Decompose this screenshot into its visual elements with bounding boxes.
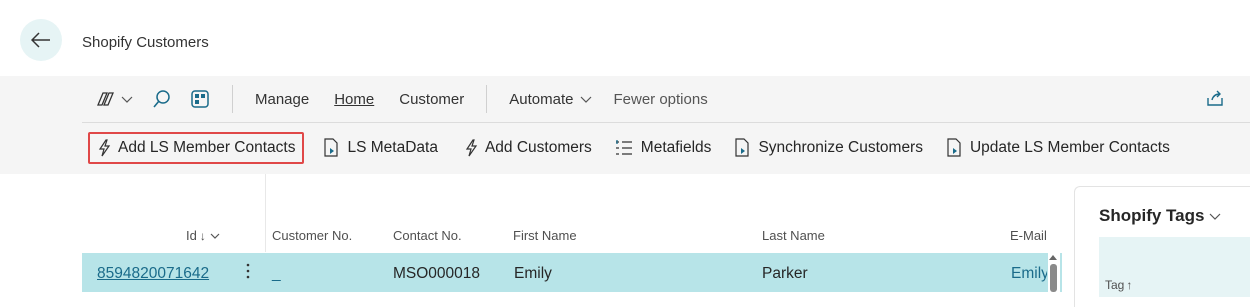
action-bar-actions: Add LS Member Contacts LS MetaData Add C…	[88, 131, 1178, 165]
fewer-options-button[interactable]: Fewer options	[613, 91, 707, 108]
factbox-column-header-tag[interactable]: Tag ↑	[1105, 278, 1132, 292]
column-header-email[interactable]: E-Mail	[1010, 228, 1047, 243]
sort-ascending-icon: ↑	[1126, 278, 1133, 292]
tab-manage[interactable]: Manage	[255, 91, 309, 108]
action-label: Metafields	[640, 139, 712, 156]
scroll-up-icon[interactable]	[1049, 255, 1057, 260]
tab-label: Home	[334, 90, 375, 108]
back-button[interactable]	[20, 19, 62, 61]
copilot-icon	[97, 92, 114, 106]
row-contact-no: MSO000018	[393, 265, 481, 282]
chevron-down-icon	[1210, 213, 1221, 220]
ls-metadata-button[interactable]: LS MetaData	[314, 133, 445, 163]
layout-button[interactable]	[190, 89, 210, 109]
column-header-last-name[interactable]: Last Name	[762, 228, 825, 243]
lightning-icon	[465, 139, 478, 157]
column-header-contact-no[interactable]: Contact No.	[393, 228, 462, 243]
column-divider	[265, 174, 266, 252]
search-icon	[153, 90, 170, 108]
action-bar-top-row: Manage Home Customer Automate Fewer opti…	[94, 84, 708, 114]
chevron-down-icon	[581, 96, 592, 103]
row-first-name: Emily	[514, 265, 552, 282]
more-vertical-icon	[246, 263, 250, 279]
metafields-button[interactable]: Metafields	[606, 133, 720, 163]
share-icon	[1207, 90, 1223, 106]
action-label: Add LS Member Contacts	[118, 139, 296, 156]
chevron-down-icon	[121, 96, 133, 103]
page-title: Shopify Customers	[82, 34, 209, 51]
document-run-icon	[947, 138, 961, 157]
toolbar-separator	[232, 85, 233, 113]
row-customer-no[interactable]: _	[272, 265, 281, 283]
action-bar-divider	[82, 122, 1250, 123]
scrollbar-thumb[interactable]	[1050, 264, 1057, 292]
chevron-down-icon	[210, 233, 220, 239]
add-customers-button[interactable]: Add Customers	[456, 133, 600, 163]
document-run-icon	[324, 138, 339, 157]
column-header-customer-no[interactable]: Customer No.	[272, 228, 352, 243]
update-ls-member-contacts-button[interactable]: Update LS Member Contacts	[937, 133, 1178, 163]
document-run-icon	[735, 138, 750, 157]
add-ls-member-contacts-button[interactable]: Add LS Member Contacts	[88, 132, 305, 164]
column-header-label: Id	[186, 228, 197, 243]
tab-label: Customer	[399, 90, 465, 108]
lightning-icon	[98, 139, 111, 157]
tab-label: Manage	[255, 90, 310, 108]
table-row[interactable]	[82, 253, 1062, 292]
factbox-title[interactable]: Shopify Tags	[1099, 206, 1222, 226]
toolbar-separator	[486, 85, 488, 113]
tab-customer[interactable]: Customer	[399, 91, 464, 108]
column-header-id[interactable]: Id ↓	[186, 228, 221, 243]
copilot-menu[interactable]	[94, 90, 134, 108]
row-last-name: Parker	[762, 265, 808, 282]
layout-icon	[191, 90, 209, 108]
fewer-options-label: Fewer options	[613, 90, 708, 108]
action-label: LS MetaData	[347, 139, 438, 156]
arrow-left-icon	[31, 32, 50, 48]
row-email[interactable]: Emily	[1011, 265, 1047, 283]
action-label: Update LS Member Contacts	[969, 139, 1170, 156]
tab-automate[interactable]: Automate	[509, 91, 593, 108]
column-header-first-name[interactable]: First Name	[513, 228, 577, 243]
search-button[interactable]	[152, 89, 172, 109]
factbox-column-label: Tag	[1105, 278, 1125, 292]
action-label: Synchronize Customers	[758, 139, 923, 156]
tab-label: Automate	[509, 90, 574, 108]
tab-home[interactable]: Home	[334, 91, 374, 108]
sort-descending-icon: ↓	[199, 228, 206, 243]
synchronize-customers-button[interactable]: Synchronize Customers	[725, 133, 931, 163]
top-bar	[0, 0, 1250, 6]
share-button[interactable]	[1205, 88, 1225, 108]
row-id-link[interactable]: 8594820071642	[97, 265, 209, 283]
row-menu-button[interactable]	[245, 262, 251, 280]
list-icon	[615, 140, 632, 155]
action-label: Add Customers	[484, 139, 592, 156]
factbox-title-label: Shopify Tags	[1099, 206, 1205, 225]
